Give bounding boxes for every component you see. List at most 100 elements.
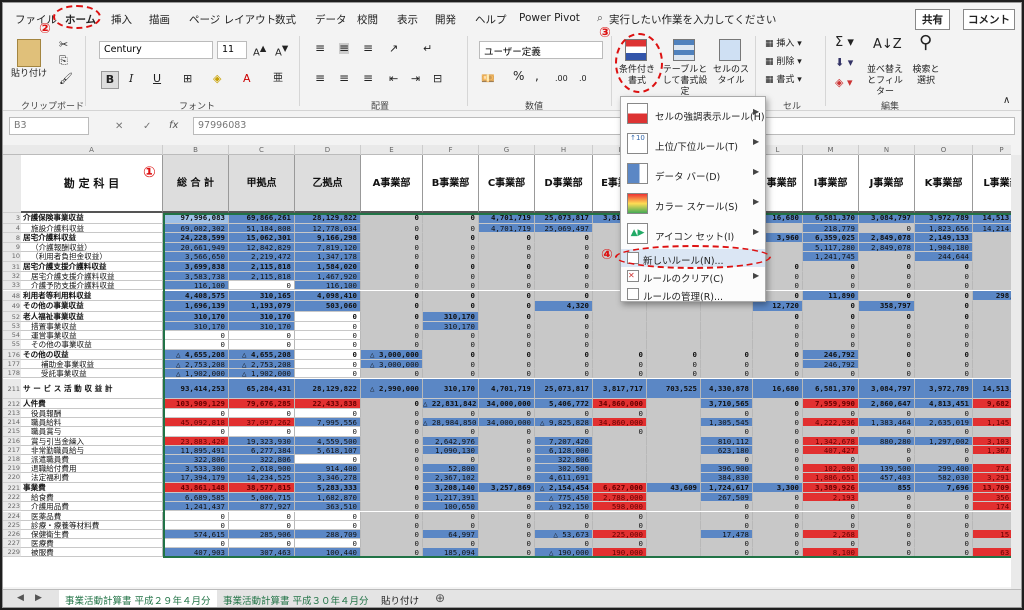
data-cell[interactable]: 0 — [753, 409, 803, 419]
search-icon[interactable]: ⌕ — [597, 12, 603, 25]
data-cell[interactable]: 0 — [361, 445, 423, 455]
data-cell[interactable]: 0 — [479, 252, 535, 262]
data-cell[interactable]: 0 — [859, 340, 915, 350]
data-cell[interactable]: 0 — [803, 455, 859, 465]
tab-view[interactable]: 表示 — [397, 12, 418, 27]
column-header[interactable]: C — [229, 145, 295, 155]
data-cell[interactable]: 1,682,870 — [295, 493, 361, 503]
data-cell[interactable]: 0 — [535, 520, 593, 530]
data-cell[interactable]: 0 — [423, 511, 479, 521]
data-cell[interactable]: 582,030 — [915, 473, 973, 483]
data-cell[interactable]: 1,724,617 — [701, 482, 753, 494]
data-cell[interactable]: 24,228,599 — [163, 232, 229, 244]
row-number[interactable]: 221 — [3, 482, 21, 494]
row-label[interactable]: 給食費 — [21, 493, 163, 503]
row-number[interactable]: 220 — [3, 473, 21, 483]
data-cell[interactable]: 0 — [701, 349, 753, 361]
data-cell[interactable]: 97,996,083 — [163, 213, 229, 224]
data-cell[interactable]: 0 — [973, 331, 1011, 341]
row-number[interactable]: 211 — [3, 378, 21, 399]
data-cell[interactable]: 1,383,464 — [859, 418, 915, 428]
row-number[interactable]: 213 — [3, 409, 21, 419]
data-cell[interactable]: 0 — [915, 331, 973, 341]
paste-icon[interactable] — [17, 39, 41, 67]
row-label[interactable]: 介護用品費 — [21, 502, 163, 512]
data-cell[interactable]: 0 — [361, 409, 423, 419]
bold-button[interactable]: B — [101, 71, 119, 89]
align-right-icon[interactable]: ≡ — [363, 72, 373, 84]
data-cell[interactable]: 7,959,990 — [803, 398, 859, 409]
data-cell[interactable]: 0 — [361, 290, 423, 301]
data-cell[interactable]: 0 — [859, 322, 915, 332]
data-cell[interactable]: 0 — [973, 455, 1011, 465]
data-cell[interactable]: 4,813,451 — [915, 398, 973, 409]
data-cell[interactable]: 0 — [479, 464, 535, 474]
data-cell[interactable]: 0 — [803, 340, 859, 350]
data-cell[interactable]: 2,219,472 — [229, 252, 295, 262]
find-select-icon[interactable]: ⚲ — [919, 34, 932, 52]
data-cell[interactable]: 3,972,789 — [915, 213, 973, 224]
data-cell[interactable]: 0 — [423, 369, 479, 379]
data-cell[interactable]: 0 — [593, 409, 647, 419]
data-cell[interactable]: 0 — [701, 427, 753, 437]
data-cell[interactable] — [647, 398, 701, 409]
data-cell[interactable]: 1,193,079 — [229, 301, 295, 312]
row-label[interactable]: その他の事業収益 — [21, 340, 163, 350]
orientation-icon[interactable]: ↗ — [389, 43, 398, 54]
data-cell[interactable]: 0 — [803, 311, 859, 322]
data-cell[interactable]: 0 — [479, 311, 535, 322]
data-cell[interactable]: 2,849,078 — [859, 232, 915, 244]
data-cell[interactable]: 0 — [915, 301, 973, 312]
row-number[interactable]: 229 — [3, 548, 21, 558]
data-cell[interactable]: 4,222,936 — [803, 418, 859, 428]
insert-function-icon[interactable]: fx — [169, 120, 178, 131]
row-label[interactable]: 事業費 — [21, 482, 163, 494]
data-cell[interactable]: 0 — [361, 482, 423, 494]
data-cell[interactable]: 102,900 — [803, 464, 859, 474]
data-cell[interactable]: 0 — [753, 473, 803, 483]
data-cell[interactable]: 356,800 — [973, 493, 1011, 503]
row-number[interactable]: 219 — [3, 464, 21, 474]
format-table-button[interactable]: テーブルとして書式設定 — [659, 65, 711, 98]
data-cell[interactable] — [647, 539, 701, 549]
data-cell[interactable]: 0 — [859, 281, 915, 291]
underline-button[interactable]: U — [153, 73, 161, 84]
data-cell[interactable]: 8,100 — [803, 548, 859, 558]
data-cell[interactable]: 0 — [701, 360, 753, 370]
data-cell[interactable]: 4,701,719 — [479, 213, 535, 224]
data-cell[interactable]: 0 — [859, 272, 915, 282]
data-cell[interactable]: 6,128,000 — [535, 445, 593, 455]
data-cell[interactable]: 100,440 — [295, 548, 361, 558]
phonetic-icon[interactable]: 亜 — [273, 73, 283, 84]
row-label[interactable]: その他の収益 — [21, 349, 163, 361]
row-number[interactable] — [3, 155, 21, 213]
data-cell[interactable]: 1,584,020 — [295, 261, 361, 273]
data-cell[interactable]: 246,792 — [803, 349, 859, 361]
data-cell[interactable]: 0 — [163, 427, 229, 437]
increase-indent-icon[interactable]: ⇥ — [411, 73, 420, 84]
data-cell[interactable]: 1,823,656 — [915, 223, 973, 233]
data-cell[interactable]: 0 — [229, 281, 295, 291]
data-cell[interactable]: 45,092,818 — [163, 418, 229, 428]
data-cell[interactable]: 0 — [163, 539, 229, 549]
data-cell[interactable]: 100,650 — [423, 502, 479, 512]
data-cell[interactable]: 37,097,262 — [229, 418, 295, 428]
data-cell[interactable] — [647, 311, 701, 322]
data-cell[interactable]: 0 — [535, 311, 593, 322]
row-number[interactable]: 32 — [3, 272, 21, 282]
data-cell[interactable]: 0 — [803, 369, 859, 379]
data-cell[interactable]: 64,997 — [423, 529, 479, 540]
data-cell[interactable]: 3,972,789 — [915, 378, 973, 399]
data-cell[interactable] — [647, 445, 701, 455]
name-box[interactable]: B3 — [9, 117, 89, 135]
data-cell[interactable]: 0 — [479, 290, 535, 301]
data-cell[interactable]: △ 2,990,000 — [361, 378, 423, 399]
data-cell[interactable]: 0 — [915, 281, 973, 291]
data-cell[interactable]: 0 — [479, 548, 535, 558]
data-cell[interactable]: 0 — [753, 511, 803, 521]
sheet-tab-h29[interactable]: 事業活動計算書 平成２９年４月分 — [59, 590, 217, 607]
data-cell[interactable]: 14,513,028 — [973, 378, 1011, 399]
data-cell[interactable]: 28,129,822 — [295, 378, 361, 399]
data-cell[interactable]: 0 — [361, 529, 423, 540]
data-cell[interactable]: 19,323,930 — [229, 436, 295, 446]
